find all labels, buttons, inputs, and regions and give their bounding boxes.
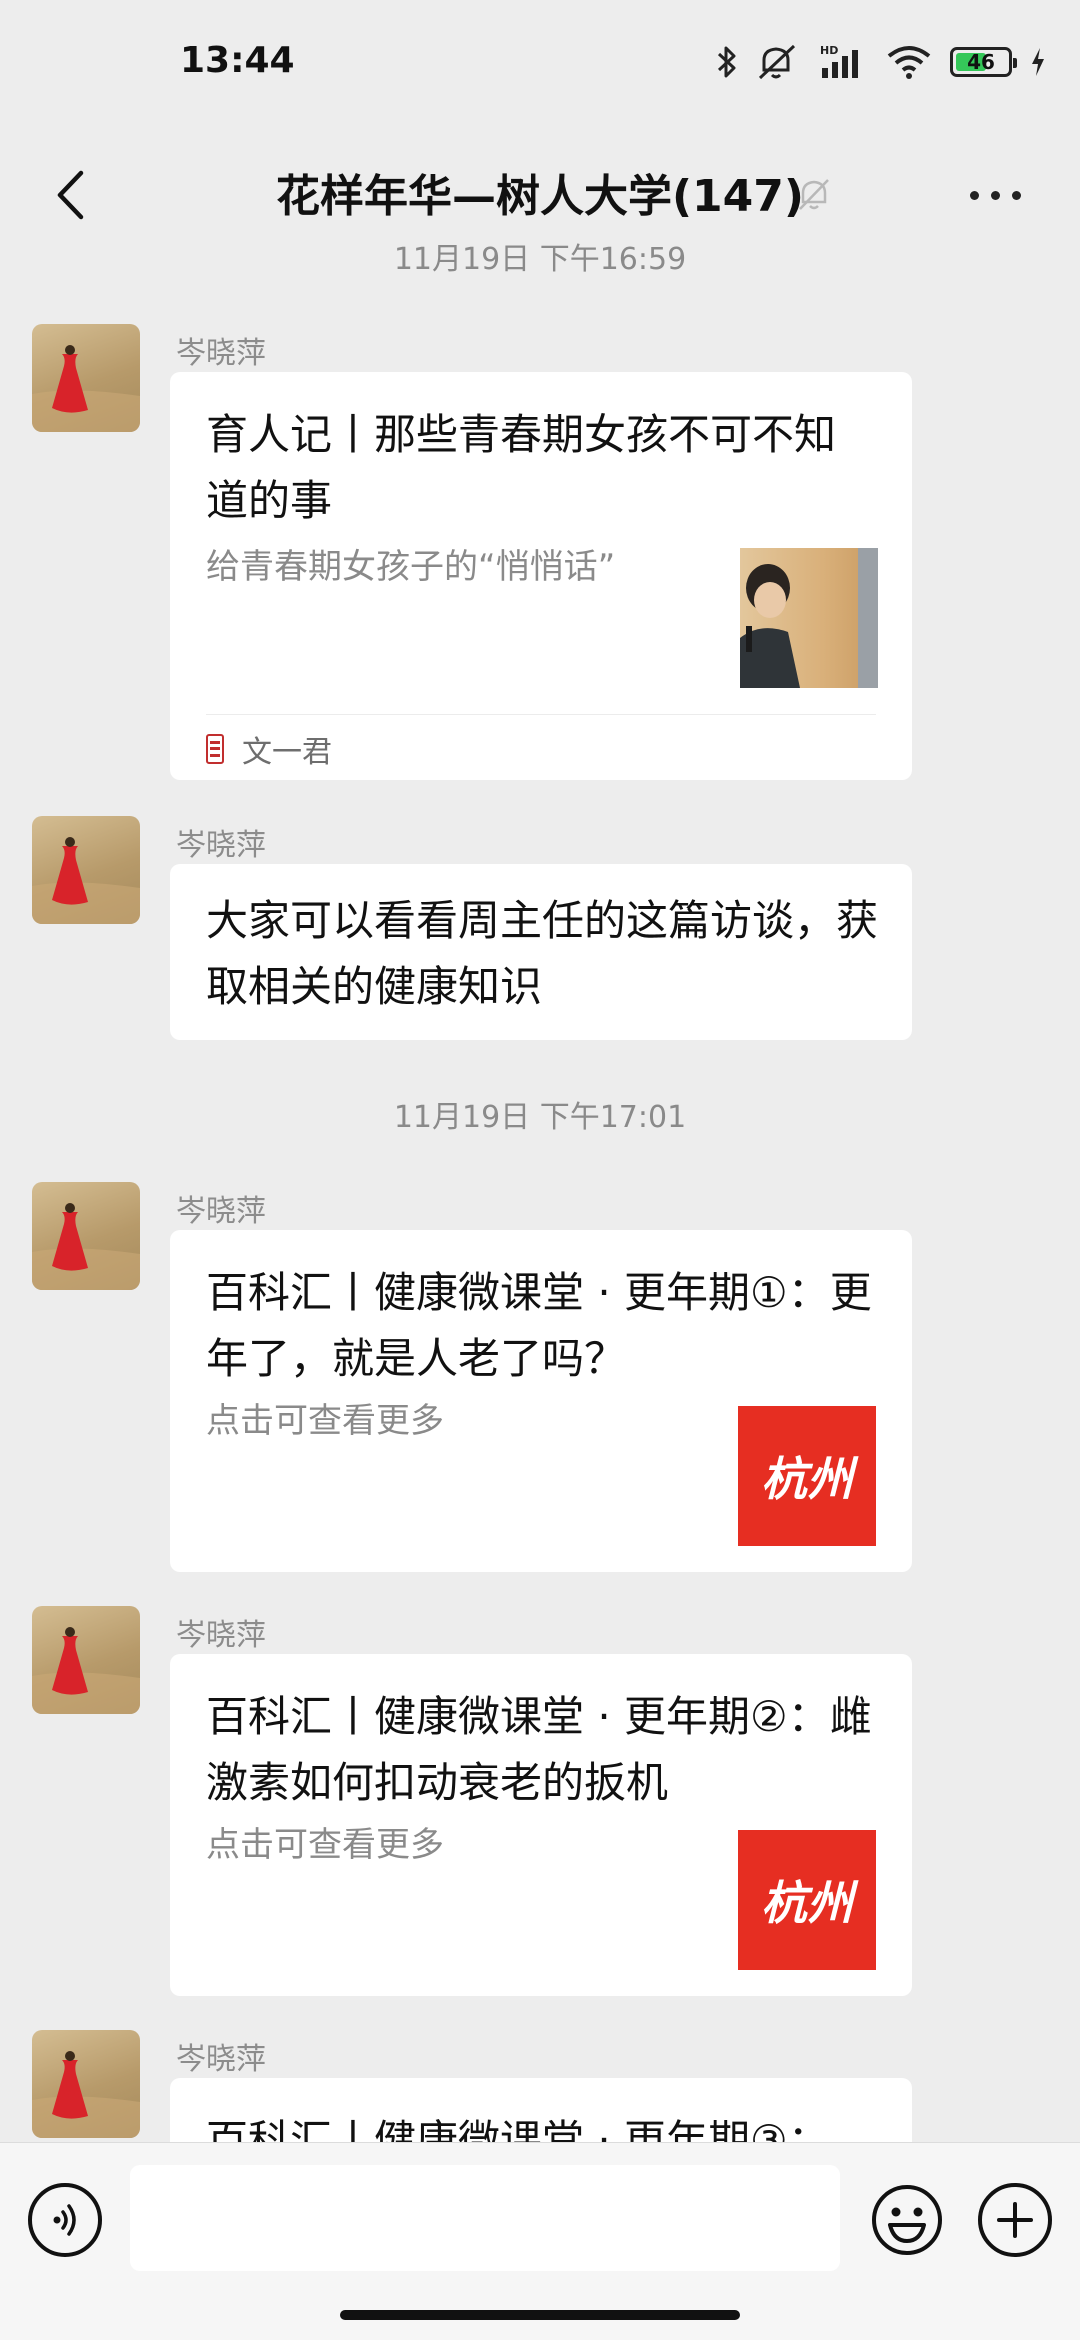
hd-signal-icon: HD bbox=[818, 42, 868, 82]
message-timestamp: 11月19日 下午17:01 bbox=[393, 1100, 687, 1135]
chat-title: 花样年华—树人大学(147) bbox=[275, 171, 805, 222]
sender-name: 岑晓萍 bbox=[176, 1618, 266, 1653]
voice-icon bbox=[53, 2204, 76, 2236]
bell-off-icon bbox=[796, 176, 832, 218]
article-card[interactable]: 育人记丨那些青春期女孩不可不知道的事 给青春期女孩子的“悄悄话” 文一君 bbox=[170, 372, 912, 780]
charging-icon bbox=[1030, 47, 1046, 77]
article-card[interactable]: 百科汇丨健康微课堂 · 更年期②：雌激素如何扣动衰老的扳机 点击可查看更多 杭州 bbox=[170, 1654, 912, 1996]
bluetooth-icon bbox=[716, 44, 738, 80]
home-indicator[interactable] bbox=[340, 2310, 740, 2320]
avatar[interactable] bbox=[32, 1182, 140, 1290]
article-title: 百科汇丨健康微课堂 · 更年期③： bbox=[206, 2116, 830, 2142]
article-thumbnail bbox=[740, 548, 878, 688]
mute-icon bbox=[756, 42, 800, 82]
article-thumbnail: 杭州 bbox=[738, 1830, 876, 1970]
article-card[interactable]: 百科汇丨健康微课堂 · 更年期①：更年了，就是人老了吗？ 点击可查看更多 杭州 bbox=[170, 1230, 912, 1572]
article-title: 百科汇丨健康微课堂 · 更年期②：雌激素如何扣动衰老的扳机 bbox=[206, 1692, 872, 1807]
battery-icon: 46 bbox=[950, 47, 1017, 77]
message-text: 大家可以看看周主任的这篇访谈，获取相关的健康知识 bbox=[206, 896, 879, 1011]
status-time: 13:44 bbox=[180, 40, 295, 81]
article-desc: 点击可查看更多 bbox=[206, 1401, 444, 1441]
article-thumbnail: 杭州 bbox=[738, 1406, 876, 1546]
account-seal-icon bbox=[206, 734, 224, 764]
article-source: 文一君 bbox=[206, 727, 332, 771]
article-card[interactable]: 百科汇丨健康微课堂 · 更年期③： bbox=[170, 2078, 912, 2142]
sender-name: 岑晓萍 bbox=[176, 336, 266, 371]
voice-button[interactable] bbox=[28, 2183, 102, 2257]
status-icons: HD 46 bbox=[716, 40, 1046, 84]
article-title: 育人记丨那些青春期女孩不可不知道的事 bbox=[206, 410, 837, 525]
plus-button[interactable] bbox=[978, 2183, 1052, 2257]
message-timestamp: 11月19日 下午16:59 bbox=[393, 242, 687, 277]
more-button[interactable] bbox=[950, 160, 1040, 230]
emoji-button[interactable] bbox=[870, 2183, 944, 2257]
emoji-icon bbox=[872, 2185, 942, 2255]
sender-name: 岑晓萍 bbox=[176, 1194, 266, 1229]
logo-text: 杭州 bbox=[761, 1876, 853, 1930]
avatar[interactable] bbox=[32, 1606, 140, 1714]
status-bar: 13:44 HD 46 bbox=[0, 0, 1080, 120]
logo-text: 杭州 bbox=[761, 1452, 853, 1506]
card-divider bbox=[206, 714, 876, 715]
article-source-name: 文一君 bbox=[242, 735, 332, 770]
article-title: 百科汇丨健康微课堂 · 更年期①：更年了，就是人老了吗？ bbox=[206, 1268, 872, 1383]
more-dots-icon bbox=[969, 190, 979, 200]
text-message[interactable]: 大家可以看看周主任的这篇访谈，获取相关的健康知识 bbox=[170, 864, 912, 1040]
avatar[interactable] bbox=[32, 324, 140, 432]
sender-name: 岑晓萍 bbox=[176, 2042, 266, 2077]
avatar[interactable] bbox=[32, 816, 140, 924]
sender-name: 岑晓萍 bbox=[176, 828, 266, 863]
wifi-icon bbox=[886, 44, 932, 80]
article-desc: 点击可查看更多 bbox=[206, 1825, 444, 1865]
plus-icon bbox=[997, 2202, 1033, 2238]
message-input[interactable] bbox=[130, 2165, 840, 2271]
article-desc: 给青春期女孩子的“悄悄话” bbox=[206, 547, 616, 587]
battery-level: 46 bbox=[967, 50, 995, 74]
avatar[interactable] bbox=[32, 2030, 140, 2138]
svg-text:HD: HD bbox=[820, 44, 838, 57]
